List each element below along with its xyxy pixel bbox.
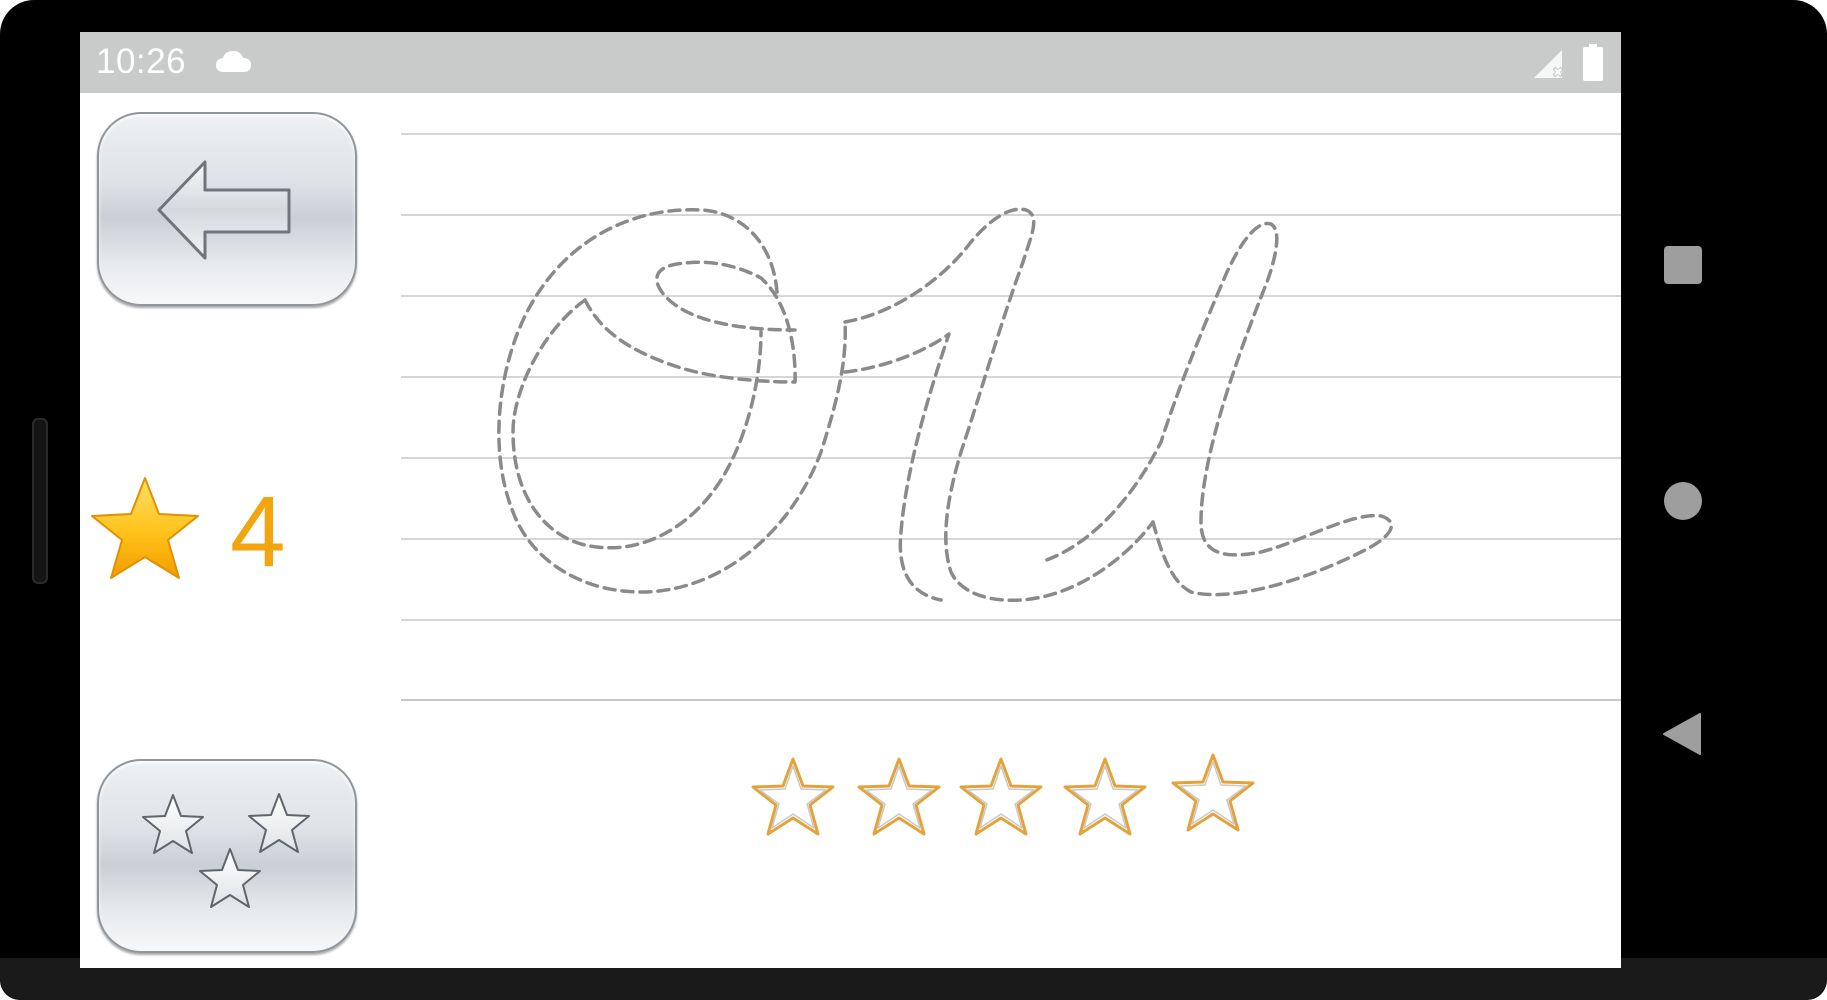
cloud-icon [216,51,251,72]
achievements-button[interactable] [97,759,357,953]
rating-star-5-icon[interactable] [1168,752,1258,834]
letter-trace-template[interactable] [401,132,1621,732]
recents-square-icon[interactable] [1664,246,1702,284]
rating-star-3-icon[interactable] [956,756,1046,838]
app-screen: 10:26 4 [80,32,1621,968]
signal-off-icon [1534,50,1564,78]
status-time: 10:26 [96,42,187,81]
trace-path-letter-o-curl [583,260,797,384]
home-circle-icon[interactable] [1664,482,1702,520]
trace-path-letter-o-inner [511,298,763,550]
rating-star-1-icon[interactable] [748,756,838,838]
back-triangle-icon[interactable] [1662,712,1702,756]
trace-path-letter-u-right [1039,221,1394,597]
star-icon [91,477,199,579]
battery-icon [1583,44,1603,81]
trace-path-letter-o-outer [497,208,848,594]
rating-star-4-icon[interactable] [1060,756,1150,838]
status-bar: 10:26 [80,32,1621,93]
device-side-button [32,418,48,584]
trace-path-letter-u-left [843,207,1155,603]
star-count: 4 [230,476,286,588]
trace-path-letter-u-left-inner [843,332,951,602]
arrow-left-icon [157,160,291,260]
rating-star-2-icon[interactable] [854,756,944,838]
back-button[interactable] [97,112,357,306]
three-stars-icon [142,793,310,908]
